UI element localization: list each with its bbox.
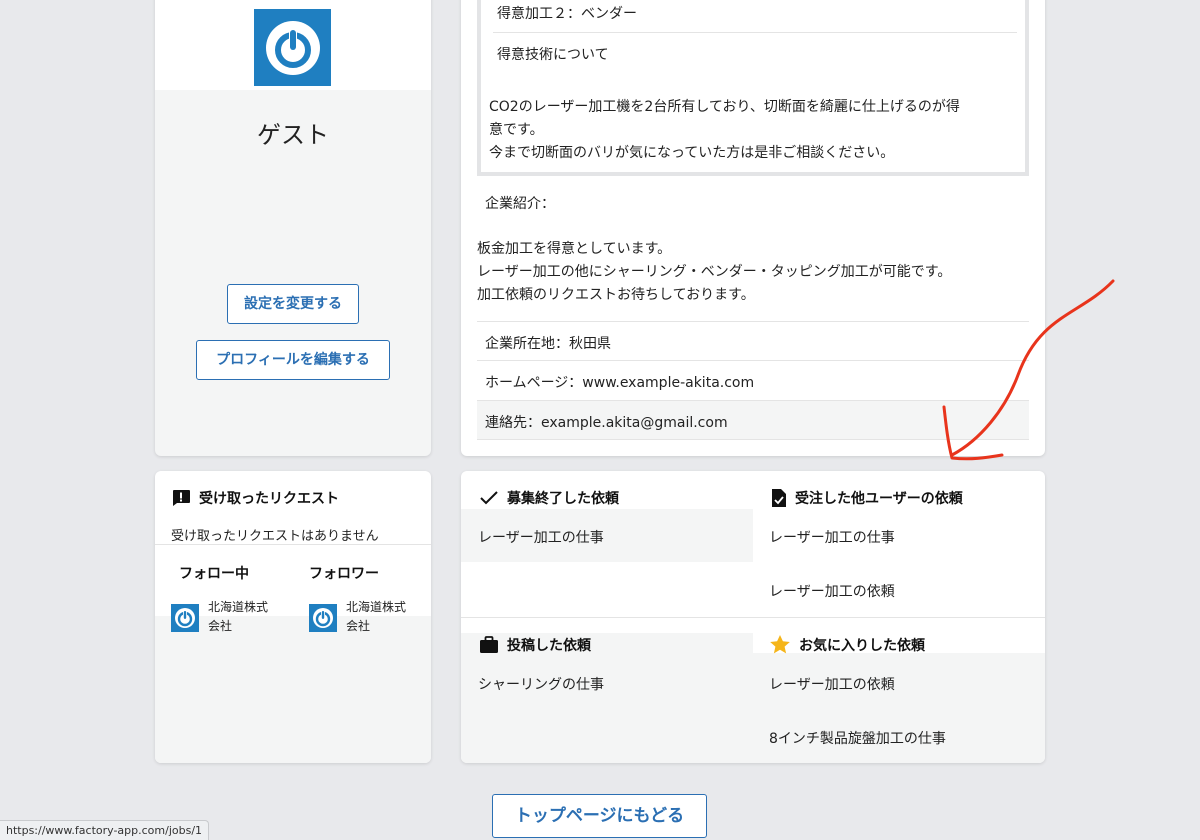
- following-label[interactable]: フォロー中: [179, 563, 249, 583]
- divider: [461, 617, 1045, 618]
- closed-jobs-title: 募集終了した依頼: [479, 488, 619, 508]
- skill-body-line: 意です。: [489, 122, 544, 138]
- accepted-job-item[interactable]: レーザー加工の仕事: [769, 527, 895, 547]
- intro-label: 企業紹介：: [485, 196, 555, 212]
- accepted-jobs-title: 受注した他ユーザーの依頼: [771, 488, 963, 508]
- posted-jobs-title: 投稿した依頼: [479, 635, 591, 655]
- skill-line-2: 得意加工２：ベンダー: [497, 6, 637, 22]
- checkmark-icon: [480, 491, 498, 505]
- alert-message-icon: [173, 490, 190, 506]
- company-name-line: 会社: [208, 619, 233, 633]
- star-icon: [770, 635, 790, 654]
- jobs-card: 募集終了した依頼 レーザー加工の仕事 受注した他ユーザーの依頼 レーザー加工の仕…: [461, 471, 1045, 763]
- annotation-arrow-icon: [942, 279, 1115, 461]
- avatar: [254, 9, 331, 86]
- received-requests-label: 受け取ったリクエスト: [199, 491, 339, 507]
- power-logo-icon: [313, 608, 333, 628]
- edit-profile-button[interactable]: プロフィールを編集する: [196, 340, 390, 380]
- divider: [155, 544, 431, 545]
- accepted-jobs-label: 受注した他ユーザーの依頼: [795, 491, 963, 507]
- intro-line: レーザー加工の他にシャーリング・ベンダー・タッピング加工が可能です。: [477, 264, 952, 280]
- intro-text: 板金加工を得意としています。 レーザー加工の他にシャーリング・ベンダー・タッピン…: [477, 238, 951, 307]
- closed-job-item[interactable]: レーザー加工の仕事: [478, 527, 604, 547]
- no-requests-text: 受け取ったリクエストはありません: [171, 529, 379, 544]
- skill-body-line: 今まで切断面のバリが気になっていた方は是非ご相談ください。: [489, 145, 895, 161]
- company-name-line: 北海道株式: [208, 600, 269, 614]
- skill-box: 得意加工２：ベンダー 得意技術について CO2のレーザー加工機を2台所有しており…: [477, 0, 1029, 176]
- following-company-name[interactable]: 北海道株式 会社: [208, 598, 286, 636]
- power-logo-icon: [175, 608, 195, 628]
- company-contact: 連絡先：example.akita@gmail.com: [485, 415, 728, 431]
- change-settings-button[interactable]: 設定を変更する: [227, 284, 359, 324]
- follow-section-bg: [155, 616, 431, 763]
- followers-label[interactable]: フォロワー: [309, 563, 379, 583]
- closed-jobs-label: 募集終了した依頼: [507, 491, 619, 507]
- favorite-jobs-label: お気に入りした依頼: [799, 638, 925, 654]
- intro-line: 加工依頼のリクエストお待ちしております。: [477, 287, 755, 303]
- posted-job-item[interactable]: シャーリングの仕事: [478, 674, 604, 694]
- company-avatar[interactable]: [171, 604, 199, 632]
- company-homepage: ホームページ：www.example-akita.com: [485, 375, 755, 391]
- power-logo-icon: [265, 20, 320, 75]
- skill-body-line: CO2のレーザー加工機を2台所有しており、切断面を綺麗に仕上げるのが得: [489, 99, 960, 115]
- received-requests-title: 受け取ったリクエスト: [171, 488, 339, 508]
- company-name-line: 会社: [346, 619, 371, 633]
- back-to-top-button[interactable]: トップページにもどる: [492, 794, 707, 838]
- posted-jobs-label: 投稿した依頼: [507, 638, 591, 654]
- briefcase-icon: [480, 636, 498, 653]
- company-location: 企業所在地：秋田県: [485, 336, 611, 352]
- favorite-jobs-title: お気に入りした依頼: [769, 634, 925, 656]
- requests-card: 受け取ったリクエスト 受け取ったリクエストはありません フォロー中 フォロワー …: [155, 471, 431, 763]
- document-check-icon: [772, 489, 786, 507]
- company-avatar[interactable]: [309, 604, 337, 632]
- follower-company-name[interactable]: 北海道株式 会社: [346, 598, 424, 636]
- profile-card: ゲスト 設定を変更する プロフィールを編集する: [155, 0, 431, 456]
- accepted-job-item[interactable]: レーザー加工の依頼: [769, 581, 895, 601]
- skill-body: CO2のレーザー加工機を2台所有しており、切断面を綺麗に仕上げるのが得 意です。…: [489, 96, 960, 165]
- company-name-line: 北海道株式: [346, 600, 407, 614]
- status-bar-url: https://www.factory-app.com/jobs/1: [0, 820, 210, 840]
- profile-name: ゲスト: [257, 121, 329, 149]
- skill-heading: 得意技術について: [497, 47, 609, 63]
- intro-line: 板金加工を得意としています。: [477, 241, 672, 257]
- favorite-job-item[interactable]: レーザー加工の依頼: [769, 674, 895, 694]
- favorite-job-item[interactable]: 8インチ製品旋盤加工の仕事: [769, 728, 946, 748]
- divider: [493, 32, 1017, 33]
